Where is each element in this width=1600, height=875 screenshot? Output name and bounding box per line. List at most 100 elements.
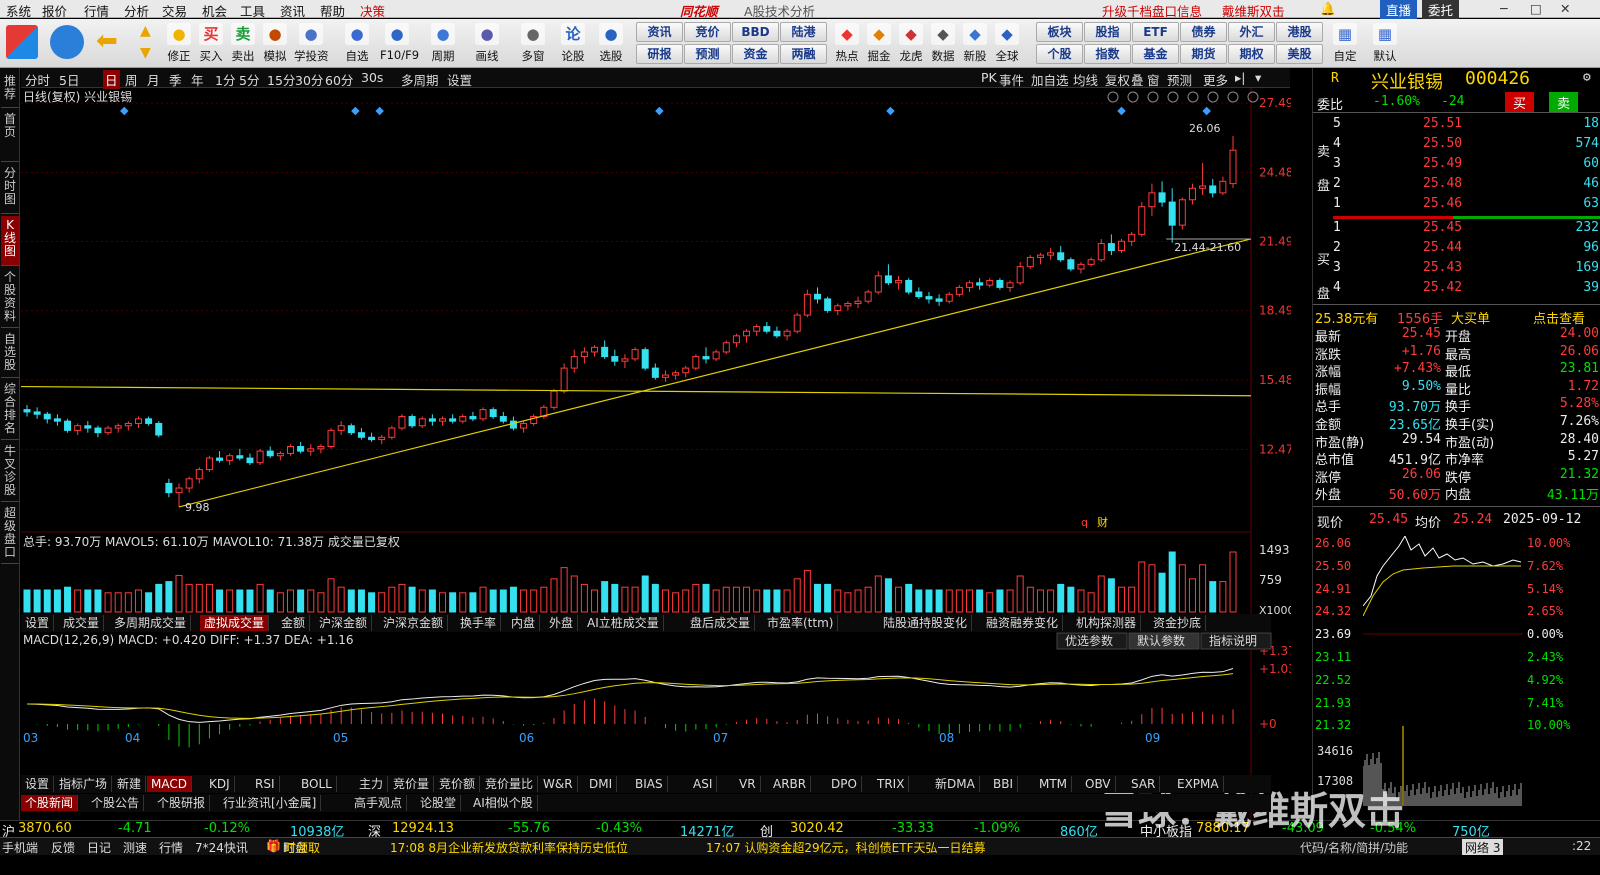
tool-discuss-button[interactable]: 论论股: [556, 21, 590, 65]
grid-bottom-3[interactable]: 两融: [780, 44, 827, 64]
tool2-3-button[interactable]: ◆ 数据: [926, 21, 960, 65]
indicator-bottom-tab-7[interactable]: 主力: [355, 776, 389, 792]
search-input[interactable]: 代码/名称/简拼/功能: [1300, 839, 1408, 856]
news-ticker-1[interactable]: 17:08 8月企业新发放贷款利率保持历史低位: [390, 839, 628, 856]
menu-0[interactable]: 系统: [6, 1, 31, 20]
grid2-top-1[interactable]: 股指: [1084, 22, 1131, 42]
top-right-btn-7[interactable]: 预测: [1165, 70, 1194, 89]
top-right-btn-5[interactable]: 叠: [1129, 70, 1146, 89]
indicator-bottom-tab-8[interactable]: 竞价量: [389, 776, 435, 792]
tool-calendar-button[interactable]: ● 周期: [426, 21, 460, 65]
indicator-tab-1[interactable]: 成交量: [59, 615, 105, 631]
indicator-bottom-tab-5[interactable]: RSI: [251, 776, 280, 792]
dropdown-icon[interactable]: ▾: [1253, 70, 1263, 85]
grid2-top-0[interactable]: 板块: [1036, 22, 1083, 42]
maximize-icon[interactable]: □: [1530, 1, 1542, 16]
indicator-tab-3[interactable]: 虚拟成交量: [200, 615, 270, 631]
grid-bottom-0[interactable]: 研报: [636, 44, 683, 64]
indicator-bottom-tab-0[interactable]: 设置: [21, 776, 55, 792]
menu-4[interactable]: 交易: [162, 1, 187, 20]
side-tab-6[interactable]: 综合排名: [1, 380, 19, 440]
menu-3[interactable]: 分析: [124, 1, 149, 20]
news-tab-5[interactable]: 论股堂: [416, 795, 462, 811]
period-2[interactable]: 日: [103, 70, 120, 89]
period-6[interactable]: 年: [189, 70, 206, 89]
period-13[interactable]: 多周期: [399, 70, 441, 89]
grid-top-1[interactable]: 竞价: [684, 22, 731, 42]
news-tab-1[interactable]: 个股公告: [87, 795, 145, 811]
grid2-top-3[interactable]: 债券: [1180, 22, 1227, 42]
indicator-bottom-tab-13[interactable]: BIAS: [631, 776, 668, 792]
period-10[interactable]: 30分: [293, 70, 325, 89]
status-item-1[interactable]: 反馈: [51, 839, 75, 856]
tool-graduation-button[interactable]: ● 学投资: [294, 21, 329, 65]
tool-hammer-button[interactable]: ● 模拟: [258, 21, 292, 65]
bigorder-link[interactable]: 点击查看: [1533, 308, 1585, 327]
tool-filter-button[interactable]: ● 选股: [594, 21, 628, 65]
indicator-bottom-tab-1[interactable]: 指标广场: [55, 776, 113, 792]
back-arrow-icon[interactable]: ⬅: [96, 27, 126, 55]
promo-link[interactable]: 升级千档盘口信息: [1102, 1, 1202, 20]
indicator-bottom-tab-18[interactable]: TRIX: [873, 776, 910, 792]
side-tab-7[interactable]: 牛叉诊股: [1, 442, 19, 502]
indicator-tab-16[interactable]: 资金抄底: [1149, 615, 1207, 631]
top-right-btn-4[interactable]: 复权: [1103, 70, 1132, 89]
indicator-tab-13[interactable]: 陆股通持股变化: [879, 615, 973, 631]
indicator-bottom-tab-16[interactable]: ARBR: [769, 776, 812, 792]
tool2-1-button[interactable]: ◆ 掘金: [862, 21, 896, 65]
period-12[interactable]: 30s: [359, 70, 385, 85]
indicator-bottom-tab-23[interactable]: SAR: [1127, 776, 1161, 792]
tool-right-0[interactable]: ▦ 自定: [1328, 21, 1362, 65]
live-button[interactable]: 直播: [1380, 0, 1418, 19]
grid2-bottom-2[interactable]: 基金: [1132, 44, 1179, 64]
tool2-2-button[interactable]: ◆ 龙虎: [894, 21, 928, 65]
indicator-tab-2[interactable]: 多周期成交量: [110, 615, 192, 631]
tool-window-button[interactable]: ● 多窗: [516, 21, 550, 65]
grid-top-2[interactable]: BBD: [732, 22, 779, 42]
minimize-icon[interactable]: ─: [1500, 1, 1508, 16]
indicator-bottom-tab-17[interactable]: DPO: [827, 776, 862, 792]
period-8[interactable]: 5分: [237, 70, 261, 89]
home-icon[interactable]: [6, 25, 38, 59]
gift-label[interactable]: 时领取: [284, 839, 320, 856]
grid2-bottom-3[interactable]: 期货: [1180, 44, 1227, 64]
grid-top-3[interactable]: 陆港: [780, 22, 827, 42]
side-tab-8[interactable]: 超级盘口: [1, 504, 19, 564]
indicator-bottom-tab-22[interactable]: OBV: [1081, 776, 1116, 792]
tool-star-button[interactable]: ● 自选: [340, 21, 374, 65]
indicator-tab-9[interactable]: 外盘: [545, 615, 579, 631]
trust-button[interactable]: 委托: [1422, 0, 1460, 19]
indicator-tab-10[interactable]: AI立桩成交量: [583, 615, 664, 631]
sell-button[interactable]: 卖: [1549, 92, 1579, 113]
side-tab-0[interactable]: 推荐: [1, 72, 19, 108]
grid2-top-2[interactable]: ETF: [1132, 22, 1179, 42]
grid2-bottom-5[interactable]: 美股: [1276, 44, 1323, 64]
top-right-btn-2[interactable]: 加自选: [1029, 70, 1071, 89]
menu-2[interactable]: 行情: [84, 1, 109, 20]
indicator-tab-8[interactable]: 内盘: [507, 615, 541, 631]
period-11[interactable]: 60分: [323, 70, 355, 89]
intraday-mini-chart[interactable]: [1363, 536, 1523, 816]
indicator-tab-7[interactable]: 换手率: [456, 615, 502, 631]
tool2-5-button[interactable]: ◆ 全球: [990, 21, 1024, 65]
indicator-bottom-tab-24[interactable]: EXPMA: [1173, 776, 1224, 792]
indicator-bottom-tab-15[interactable]: VR: [735, 776, 761, 792]
gift-icon[interactable]: 🎁: [266, 839, 281, 853]
indicator-tab-0[interactable]: 设置: [21, 615, 55, 631]
grid2-bottom-0[interactable]: 个股: [1036, 44, 1083, 64]
period-5[interactable]: 季: [167, 70, 184, 89]
grid2-top-5[interactable]: 港股: [1276, 22, 1323, 42]
bell-icon[interactable]: 🔔: [1320, 1, 1336, 17]
side-tab-2[interactable]: 分时图: [1, 164, 19, 214]
tool2-4-button[interactable]: ◆ 新股: [958, 21, 992, 65]
menu-6[interactable]: 工具: [240, 1, 265, 20]
top-right-btn-1[interactable]: 事件: [997, 70, 1026, 89]
news-tab-4[interactable]: 高手观点: [350, 795, 408, 811]
indicator-tab-15[interactable]: 机构探测器: [1072, 615, 1142, 631]
tool-f10-button[interactable]: ● F10/F9: [380, 21, 419, 65]
indicator-tab-11[interactable]: 盘后成交量: [686, 615, 756, 631]
grid-top-0[interactable]: 资讯: [636, 22, 683, 42]
indicator-tab-5[interactable]: 沪深金额: [315, 615, 373, 631]
tool-right-1[interactable]: ▦ 默认: [1368, 21, 1402, 65]
down-arrow-icon[interactable]: ▼: [140, 45, 151, 61]
